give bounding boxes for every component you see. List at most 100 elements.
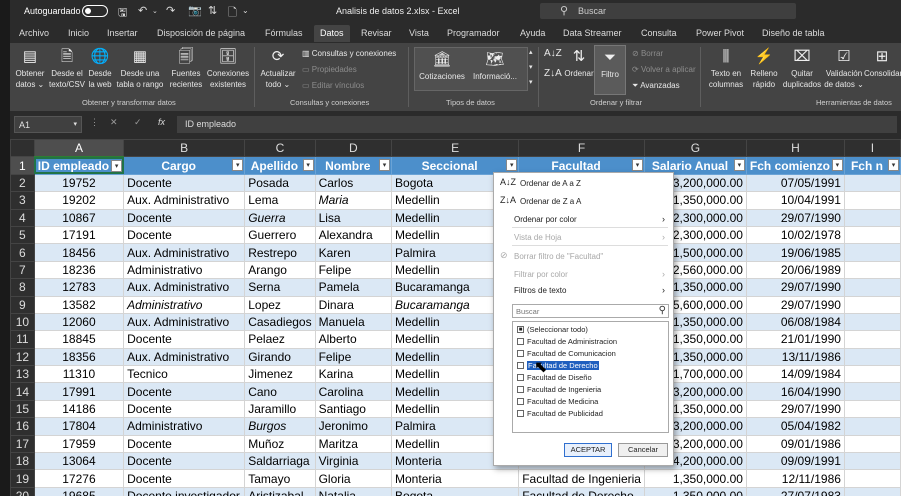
table-cell[interactable]: Maritza xyxy=(314,434,393,454)
checkbox-icon[interactable]: ✓ xyxy=(517,362,524,369)
name-box[interactable]: A1 ▾ xyxy=(14,116,82,133)
filter-dropdown-icon[interactable]: ▾ xyxy=(631,159,643,172)
table-cell[interactable] xyxy=(843,417,901,436)
table-cell[interactable]: Restrepo xyxy=(244,243,316,262)
tab-inicio[interactable]: Inicio xyxy=(68,28,89,38)
table-cell[interactable]: Monteria xyxy=(391,469,520,488)
filter-dropdown-icon[interactable]: ▾ xyxy=(831,159,843,172)
table-cell[interactable]: 29/07/1990 xyxy=(745,208,845,227)
customize-qat-icon[interactable]: ⌄ xyxy=(242,6,249,15)
table-cell[interactable]: 07/05/1991 xyxy=(745,173,845,193)
filter-value-item[interactable]: Facultad de Publicidad xyxy=(517,409,603,418)
table-cell[interactable] xyxy=(843,434,901,454)
table-cell[interactable]: 13582 xyxy=(33,295,125,314)
table-cell[interactable]: Aux. Administrativo xyxy=(123,278,246,297)
text-to-columns-button[interactable]: ⫼ Texto en columnas xyxy=(704,47,748,90)
table-cell[interactable]: 18356 xyxy=(33,347,125,367)
table-cell[interactable]: Aux. Administrativo xyxy=(123,347,246,367)
table-cell[interactable]: Jeronimo xyxy=(314,417,393,436)
table-cell[interactable]: 11310 xyxy=(33,365,125,384)
row-header[interactable]: 11 xyxy=(10,330,35,349)
menu-filter-color[interactable]: Filtrar por color xyxy=(514,270,568,279)
column-header-e[interactable]: E xyxy=(391,139,520,158)
from-text-button[interactable]: 🗎 Desde el texto/CSV xyxy=(49,47,85,90)
table-cell[interactable]: 19685 xyxy=(33,486,125,496)
table-cell[interactable]: Saldarriaga xyxy=(244,452,316,471)
refresh-all-button[interactable]: ⟳ Actualizar todo ⌄ xyxy=(258,47,298,90)
column-header-i[interactable]: I xyxy=(843,139,901,158)
reapply-button[interactable]: ⟳ Volver a aplicar xyxy=(632,65,696,75)
tab-programador[interactable]: Programador xyxy=(447,28,500,38)
existing-connections-button[interactable]: 🗄 Conexiones existentes xyxy=(206,47,250,90)
filter-dropdown-icon[interactable]: ▾ xyxy=(302,159,314,172)
table-cell[interactable]: Pelaez xyxy=(244,330,316,349)
table-cell[interactable]: 19/06/1985 xyxy=(745,243,845,262)
table-cell[interactable]: Santiago xyxy=(314,399,393,419)
table-cell[interactable]: Facultad de Derecho xyxy=(518,486,645,496)
table-cell[interactable]: 13/11/1986 xyxy=(745,347,845,367)
clear-button[interactable]: ⊘ Borrar xyxy=(632,49,663,59)
checkbox-icon[interactable] xyxy=(517,398,524,405)
cancel-icon[interactable]: ✕ xyxy=(110,117,118,128)
table-cell[interactable]: Cano xyxy=(244,382,316,401)
column-header-g[interactable]: G xyxy=(643,139,747,158)
checkbox-icon[interactable]: ■ xyxy=(517,326,524,333)
cancel-button[interactable]: Cancelar xyxy=(618,443,668,457)
from-table-button[interactable]: ▦ Desde una tabla o rango xyxy=(114,47,166,90)
filter-dropdown-icon[interactable]: ▾ xyxy=(232,159,244,172)
table-cell[interactable]: Muñoz xyxy=(244,434,316,454)
table-cell[interactable]: 12783 xyxy=(33,278,125,297)
table-cell[interactable]: Docente xyxy=(123,382,246,401)
filter-value-item[interactable]: Facultad de Ingenieria xyxy=(517,385,601,394)
sort-icon[interactable]: ⇅ xyxy=(208,4,217,17)
table-cell[interactable]: Aristizabal xyxy=(244,486,316,496)
table-cell[interactable]: 06/08/1984 xyxy=(745,312,845,332)
table-cell[interactable]: Natalia xyxy=(314,486,393,496)
table-cell[interactable]: 18456 xyxy=(33,243,125,262)
filter-value-item[interactable]: Facultad de Medicina xyxy=(517,397,598,406)
advanced-button[interactable]: ⏷ Avanzadas xyxy=(632,81,680,91)
insert-function-icon[interactable]: fx xyxy=(158,117,165,127)
table-cell[interactable] xyxy=(843,173,901,193)
table-cell[interactable] xyxy=(843,382,901,401)
row-header[interactable]: 14 xyxy=(10,382,35,401)
table-cell[interactable]: 21/01/1990 xyxy=(745,330,845,349)
filter-dropdown-icon[interactable]: ▾ xyxy=(733,159,745,172)
table-cell[interactable]: Maria xyxy=(314,191,393,210)
table-cell[interactable] xyxy=(843,191,901,210)
table-cell[interactable]: Virginia xyxy=(314,452,393,471)
table-cell[interactable]: Docente xyxy=(123,434,246,454)
tab-data-streamer[interactable]: Data Streamer xyxy=(563,28,622,38)
table-cell[interactable]: Guerrero xyxy=(244,225,316,245)
table-cell[interactable]: Burgos xyxy=(244,417,316,436)
table-cell[interactable]: Docente xyxy=(123,399,246,419)
table-cell[interactable] xyxy=(843,243,901,262)
table-cell[interactable] xyxy=(843,260,901,280)
gallery-up-icon[interactable]: ▴ xyxy=(529,48,533,58)
table-cell[interactable] xyxy=(843,312,901,332)
table-cell[interactable]: Lopez xyxy=(244,295,316,314)
checkbox-icon[interactable] xyxy=(517,350,524,357)
undo-dropdown-icon[interactable]: ⌄ xyxy=(152,7,158,15)
table-cell[interactable]: Karen xyxy=(314,243,393,262)
table-cell[interactable]: 17804 xyxy=(33,417,125,436)
table-cell[interactable]: Docente xyxy=(123,452,246,471)
table-cell[interactable]: Docente xyxy=(123,330,246,349)
table-cell[interactable]: Felipe xyxy=(314,347,393,367)
data-validation-button[interactable]: ☑ Validación de datos ⌄ xyxy=(824,47,864,90)
row-header[interactable]: 17 xyxy=(10,434,35,454)
menu-sort-color[interactable]: Ordenar por color xyxy=(514,215,577,224)
table-cell[interactable]: Aux. Administrativo xyxy=(123,312,246,332)
tab-disposicion[interactable]: Disposición de página xyxy=(157,28,245,38)
name-box-dropdown-icon[interactable]: ▾ xyxy=(73,120,77,128)
table-cell[interactable]: Alberto xyxy=(314,330,393,349)
table-cell[interactable] xyxy=(843,469,901,488)
row-header[interactable]: 13 xyxy=(10,365,35,384)
table-cell[interactable] xyxy=(843,486,901,496)
row-header[interactable]: 4 xyxy=(10,208,35,227)
table-cell[interactable] xyxy=(843,278,901,297)
enter-icon[interactable]: ✓ xyxy=(134,117,142,128)
row-header[interactable]: 20 xyxy=(10,486,35,496)
table-cell[interactable]: 17191 xyxy=(33,225,125,245)
row-header[interactable]: 10 xyxy=(10,312,35,332)
